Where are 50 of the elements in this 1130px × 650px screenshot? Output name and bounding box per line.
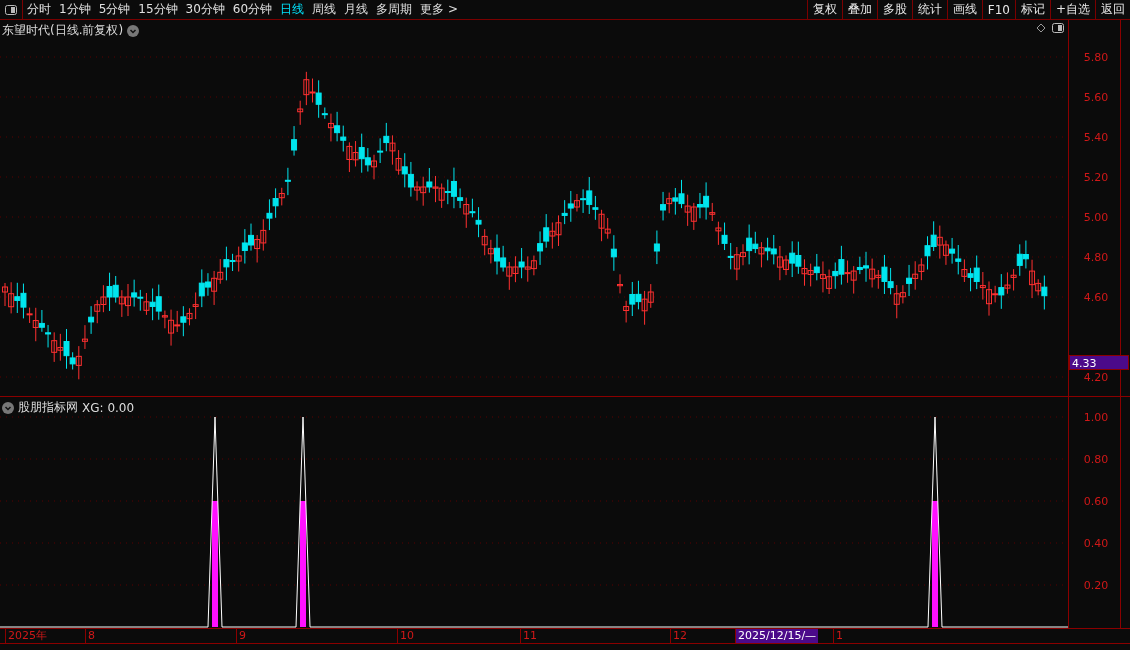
axis-label: 4.20 bbox=[1083, 370, 1109, 384]
period-tab[interactable]: 分时 bbox=[23, 0, 55, 19]
axis-label: 5.00 bbox=[1083, 210, 1109, 224]
period-tab[interactable]: 30分钟 bbox=[181, 0, 229, 19]
axis-label: 0.80 bbox=[1083, 452, 1109, 466]
axis-label: 5.20 bbox=[1083, 170, 1109, 184]
axis-label: 0.60 bbox=[1083, 494, 1109, 508]
toolbar-button[interactable]: 叠加 bbox=[841, 0, 877, 19]
period-tab[interactable]: 5分钟 bbox=[94, 0, 135, 19]
period-tab[interactable]: 60分钟 bbox=[228, 0, 277, 19]
diamond-icon[interactable] bbox=[1036, 23, 1046, 33]
period-tab[interactable]: 周线 bbox=[308, 0, 341, 19]
toolbar-button[interactable]: 复权 bbox=[806, 0, 842, 19]
axis-label: 4.60 bbox=[1083, 290, 1109, 304]
period-tab[interactable]: 1分钟 bbox=[55, 0, 95, 19]
period-tab[interactable]: 多周期 bbox=[372, 0, 417, 19]
panel-toggle-icon[interactable] bbox=[1052, 23, 1064, 33]
axis-label: 1.00 bbox=[1083, 410, 1109, 424]
period-tab[interactable]: 15分钟 bbox=[134, 0, 182, 19]
axis-label: 5.80 bbox=[1083, 50, 1109, 64]
date-label: 2025/12/15/— bbox=[735, 629, 819, 643]
date-label: 2025年 bbox=[5, 629, 47, 643]
dropdown-icon[interactable] bbox=[127, 24, 140, 37]
period-tab[interactable]: 日线 bbox=[276, 0, 309, 19]
axis-label: 0.40 bbox=[1083, 536, 1109, 550]
panel-toggle-icon[interactable] bbox=[5, 4, 17, 15]
toolbar-button[interactable]: 画线 bbox=[946, 0, 982, 19]
toolbar-button[interactable]: 返回 bbox=[1095, 0, 1130, 19]
axis-label: 4.80 bbox=[1083, 250, 1109, 264]
date-label: 10 bbox=[397, 629, 414, 643]
toolbar-button[interactable]: F10 bbox=[981, 0, 1015, 19]
period-tab[interactable]: 月线 bbox=[340, 0, 373, 19]
date-label: 9 bbox=[236, 629, 246, 643]
current-price-tag: 4.33 bbox=[1069, 355, 1129, 370]
axis-label: 5.60 bbox=[1083, 90, 1109, 104]
date-label: 1 bbox=[833, 629, 843, 643]
date-label: 12 bbox=[670, 629, 687, 643]
stock-title: 东望时代(日线.前复权) bbox=[2, 22, 124, 39]
toolbar-button[interactable]: 多股 bbox=[876, 0, 912, 19]
indicator-name: 股朋指标网 bbox=[18, 399, 78, 416]
toolbar-button[interactable]: +自选 bbox=[1049, 0, 1095, 19]
dropdown-icon[interactable] bbox=[2, 401, 14, 414]
indicator-reading: XG: 0.00 bbox=[82, 400, 135, 415]
toolbar-button[interactable]: 标记 bbox=[1014, 0, 1050, 19]
axis-label: 5.40 bbox=[1083, 130, 1109, 144]
date-label: 11 bbox=[520, 629, 537, 643]
axis-label: 0.20 bbox=[1083, 578, 1109, 592]
date-label: 8 bbox=[85, 629, 95, 643]
toolbar-button[interactable]: 统计 bbox=[911, 0, 947, 19]
period-tab[interactable]: 更多 > bbox=[416, 0, 462, 19]
